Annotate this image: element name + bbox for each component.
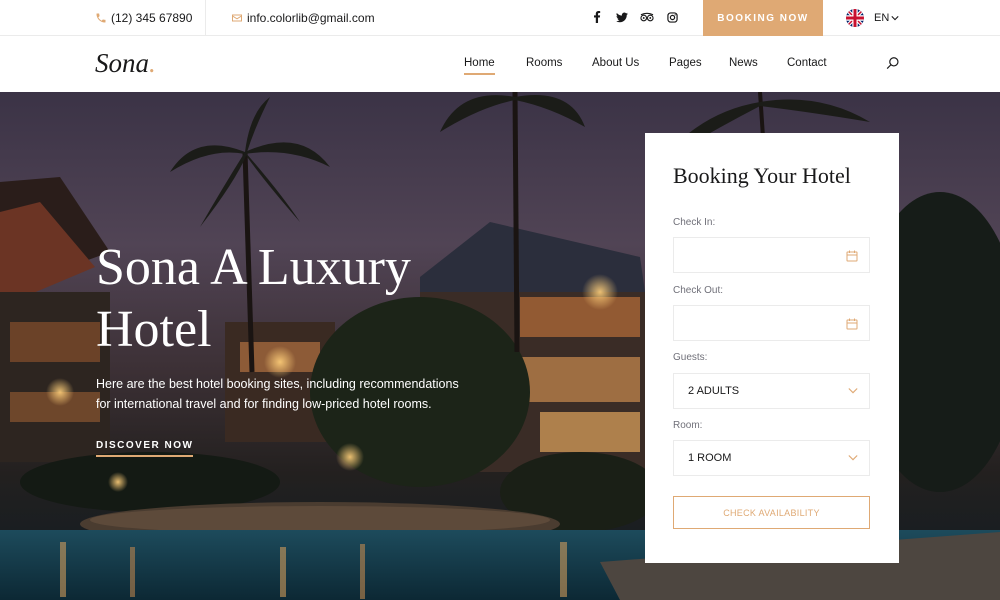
phone-contact: (12) 345 67890 <box>95 11 192 25</box>
guests-select[interactable]: 2 ADULTS <box>673 373 870 409</box>
uk-flag-icon <box>846 9 864 27</box>
nav-item-pages[interactable]: Pages <box>669 57 702 69</box>
top-divider <box>205 0 206 36</box>
nav-item-contact[interactable]: Contact <box>787 57 827 69</box>
phone-number: (12) 345 67890 <box>111 11 193 25</box>
chevron-down-icon <box>848 455 858 461</box>
discover-now-link[interactable]: DISCOVER NOW <box>96 440 194 457</box>
nav-item-about-us[interactable]: About Us <box>592 57 639 69</box>
calendar-icon <box>846 318 858 330</box>
logo-text: Sona <box>95 48 149 78</box>
nav-item-rooms[interactable]: Rooms <box>526 57 562 69</box>
guests-value: 2 ADULTS <box>688 385 740 397</box>
room-select[interactable]: 1 ROOM <box>673 440 870 476</box>
facebook-icon[interactable] <box>590 10 604 24</box>
nav-item-home[interactable]: Home <box>464 57 495 75</box>
tripadvisor-icon[interactable] <box>640 10 654 24</box>
booking-form-card: Booking Your Hotel Check In: Check Out: … <box>645 133 899 563</box>
nav-item-news[interactable]: News <box>729 57 758 69</box>
twitter-icon[interactable] <box>615 10 629 24</box>
chevron-down-icon <box>848 388 858 394</box>
guests-label: Guests: <box>673 352 708 363</box>
booking-form-title: Booking Your Hotel <box>673 163 851 188</box>
top-bar: (12) 345 67890 info.colorlib@gmail.com B… <box>0 0 1000 36</box>
email-address[interactable]: info.colorlib@gmail.com <box>247 11 375 25</box>
booking-now-button[interactable]: BOOKING NOW <box>703 0 823 36</box>
phone-icon <box>96 13 106 23</box>
main-navbar: Sona. Home Rooms About Us Pages News Con… <box>0 36 1000 92</box>
room-label: Room: <box>673 420 703 431</box>
instagram-icon[interactable] <box>665 10 679 24</box>
check-in-field[interactable] <box>673 237 870 273</box>
language-selector[interactable]: EN <box>846 9 899 27</box>
hero-title: Sona A Luxury Hotel <box>96 239 411 358</box>
calendar-icon <box>846 250 858 262</box>
check-out-label: Check Out: <box>673 285 724 296</box>
mail-icon <box>232 14 242 22</box>
site-logo[interactable]: Sona. <box>95 48 156 79</box>
hero-description: Here are the best hotel booking sites, i… <box>96 377 459 411</box>
check-out-field[interactable] <box>673 305 870 341</box>
room-value: 1 ROOM <box>688 452 732 464</box>
logo-dot: . <box>149 48 156 78</box>
search-icon[interactable] <box>886 56 900 70</box>
check-in-label: Check In: <box>673 217 716 228</box>
email-contact: info.colorlib@gmail.com <box>231 11 375 25</box>
social-links <box>590 10 679 24</box>
check-availability-button[interactable]: CHECK AVAILABILITY <box>673 496 870 529</box>
language-label: EN <box>874 12 890 24</box>
chevron-down-icon <box>891 16 899 21</box>
